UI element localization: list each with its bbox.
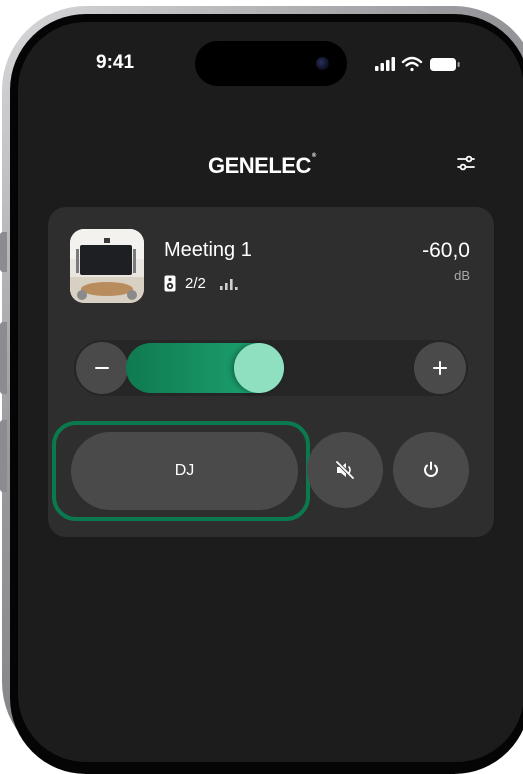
brand-name: GENELEC (208, 153, 311, 178)
phone-action-button (0, 232, 7, 272)
speaker-status: 2/2 (164, 275, 240, 292)
device-name: Meeting 1 (164, 239, 252, 261)
volume-slider[interactable] (74, 340, 468, 396)
volume-value: -60,0 (422, 239, 470, 262)
brand-logo: GENELEC® (208, 153, 316, 179)
preset-button[interactable]: DJ (71, 432, 298, 510)
status-time: 9:41 (96, 52, 135, 73)
phone-volume-up-button (0, 322, 7, 394)
power-button[interactable] (393, 432, 469, 508)
brand-trademark: ® (311, 153, 316, 159)
preset-label: DJ (174, 462, 195, 479)
wifi-icon (401, 56, 423, 72)
mute-button[interactable] (307, 432, 383, 508)
volume-unit: dB (454, 268, 470, 283)
minus-icon (95, 367, 109, 369)
battery-icon (430, 58, 460, 71)
dynamic-island (195, 41, 347, 86)
speaker-mute-icon (335, 460, 355, 480)
app-screen: 9:41 GENELEC® Meeting 1 2/2 -60,0 dB (18, 22, 523, 762)
sliders-icon[interactable] (455, 152, 477, 174)
volume-increase-button[interactable] (414, 342, 466, 394)
speaker-count: 2/2 (185, 275, 206, 292)
power-icon (424, 461, 438, 477)
status-icons (375, 54, 465, 79)
phone-volume-down-button (0, 420, 7, 492)
speaker-icon (164, 275, 176, 292)
camera-icon (316, 57, 329, 70)
plus-icon (433, 361, 447, 375)
meeting-room-thumbnail[interactable] (70, 229, 144, 303)
signal-strength-icon (219, 279, 238, 290)
volume-decrease-button[interactable] (76, 342, 128, 394)
volume-slider-thumb[interactable] (234, 343, 284, 393)
signal-icon (375, 57, 395, 71)
